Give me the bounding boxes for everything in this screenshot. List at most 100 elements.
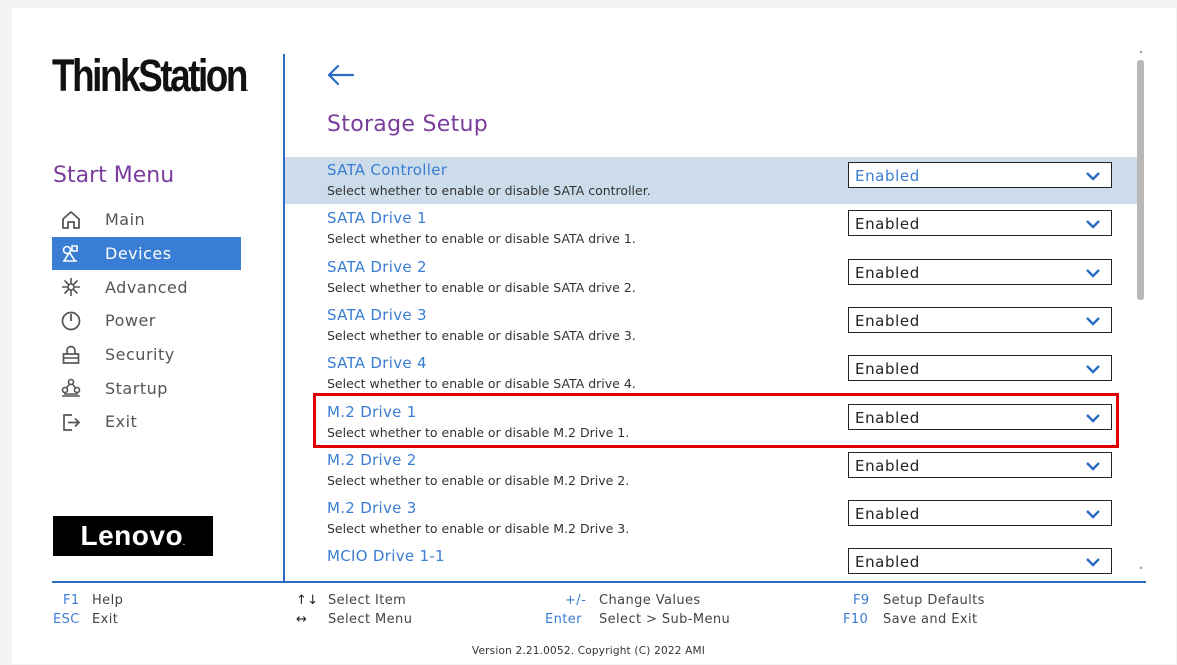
- menu-item-startup[interactable]: Startup: [52, 371, 241, 405]
- start-menu-title: Start Menu: [53, 163, 175, 188]
- hint-key: ESC: [53, 612, 80, 627]
- mcio-drive-1-1-select[interactable]: Enabled: [848, 548, 1112, 574]
- menu-item-advanced[interactable]: Advanced: [52, 270, 241, 304]
- hint-desc: Select > Sub-Menu: [599, 612, 731, 627]
- scrollbar[interactable]: ˄ ˅: [1136, 52, 1146, 577]
- power-icon: [60, 310, 88, 332]
- chevron-down-icon: [1086, 558, 1100, 568]
- scroll-down-icon[interactable]: ˅: [1136, 568, 1146, 577]
- startup-icon: [60, 377, 88, 399]
- menu-item-power[interactable]: Power: [52, 304, 241, 338]
- devices-icon: [60, 243, 88, 265]
- setting-row-mcio-drive-1-1[interactable]: MCIO Drive 1-1 Enabled: [285, 543, 1138, 574]
- start-menu: Main Devices Advanced Power Security Sta…: [52, 203, 241, 439]
- sata-drive-2-select[interactable]: Enabled: [848, 258, 1112, 285]
- setting-description: Select whether to enable or disable SATA…: [327, 279, 636, 295]
- scroll-up-icon[interactable]: ˄: [1136, 52, 1146, 61]
- menu-item-label: Power: [105, 311, 156, 331]
- hint-key: Enter: [545, 612, 582, 627]
- scroll-thumb[interactable]: [1137, 60, 1144, 300]
- page-title: Storage Setup: [327, 112, 489, 137]
- setting-label: SATA Drive 3: [327, 305, 427, 324]
- thinkstation-logo: ThinkStation.: [52, 50, 249, 101]
- setting-description: Select whether to enable or disable SATA…: [327, 183, 651, 198]
- up-down-arrow-icon: ↑↓: [296, 593, 319, 608]
- setting-description: Select whether to enable or disable SATA…: [327, 327, 636, 343]
- hint-key: F1: [63, 593, 80, 608]
- back-arrow-icon[interactable]: [325, 62, 357, 88]
- chevron-down-icon: [1086, 317, 1100, 326]
- select-value: Enabled: [855, 360, 920, 379]
- advanced-icon: [60, 276, 88, 298]
- setting-row-sata-drive-1[interactable]: SATA Drive 1 Select whether to enable or…: [285, 205, 1138, 252]
- sata-drive-3-select[interactable]: Enabled: [848, 306, 1112, 333]
- setting-row-m2-drive-3[interactable]: M.2 Drive 3 Select whether to enable or …: [285, 495, 1138, 542]
- setting-label: SATA Drive 2: [327, 257, 427, 276]
- sata-drive-1-select[interactable]: Enabled: [848, 210, 1112, 237]
- version-info: Version 2.21.0052. Copyright (C) 2022 AM…: [471, 645, 706, 657]
- sata-controller-select[interactable]: Enabled: [848, 162, 1112, 188]
- setting-row-sata-controller[interactable]: SATA Controller Select whether to enable…: [285, 157, 1138, 204]
- m2-drive-1-select[interactable]: Enabled: [848, 403, 1112, 430]
- menu-item-label: Devices: [105, 244, 172, 264]
- setting-label: SATA Controller: [327, 161, 448, 179]
- left-right-arrow-icon: ↔: [296, 612, 308, 627]
- hint-select-item: ↑↓ Select Item: [296, 593, 406, 608]
- setting-label: SATA Drive 1: [327, 209, 427, 228]
- setting-label: M.2 Drive 2: [327, 450, 417, 469]
- select-value: Enabled: [855, 263, 920, 282]
- footer-divider: [52, 581, 1146, 583]
- setting-label: M.2 Drive 3: [327, 499, 417, 518]
- setting-row-m2-drive-1[interactable]: M.2 Drive 1 Select whether to enable or …: [285, 399, 1138, 446]
- select-value: Enabled: [855, 408, 920, 427]
- exit-icon: [60, 411, 88, 433]
- menu-item-label: Advanced: [105, 277, 189, 297]
- lenovo-logo: Lenovo.: [53, 516, 213, 556]
- hint-desc: Change Values: [599, 593, 701, 608]
- sata-drive-4-select[interactable]: Enabled: [848, 355, 1112, 382]
- hint-submenu: Enter Select > Sub-Menu: [545, 612, 730, 627]
- hint-setup-defaults: F9 Setup Defaults: [853, 593, 985, 608]
- setting-row-sata-drive-4[interactable]: SATA Drive 4 Select whether to enable or…: [285, 350, 1138, 397]
- chevron-down-icon: [1086, 510, 1100, 519]
- setting-label: SATA Drive 4: [327, 354, 427, 373]
- chevron-down-icon: [1086, 220, 1100, 229]
- chevron-down-icon: [1086, 268, 1100, 278]
- hint-change-values: +/- Change Values: [565, 593, 701, 608]
- setting-row-sata-drive-2[interactable]: SATA Drive 2 Select whether to enable or…: [285, 254, 1138, 301]
- hint-key: +/-: [565, 593, 587, 608]
- hint-select-menu: ↔ Select Menu: [296, 612, 412, 627]
- m2-drive-3-select[interactable]: Enabled: [848, 500, 1112, 527]
- setting-description: Select whether to enable or disable SATA…: [327, 231, 636, 247]
- setting-row-sata-drive-3[interactable]: SATA Drive 3 Select whether to enable or…: [285, 302, 1138, 349]
- select-value: Enabled: [855, 311, 920, 330]
- setting-description: Select whether to enable or disable M.2 …: [327, 472, 630, 488]
- menu-item-exit[interactable]: Exit: [52, 405, 241, 439]
- setting-description: Select whether to enable or disable M.2 …: [327, 424, 630, 440]
- hint-desc: Select Menu: [328, 612, 413, 627]
- chevron-down-icon: [1086, 461, 1100, 471]
- menu-item-label: Startup: [105, 378, 168, 398]
- menu-item-main[interactable]: Main: [52, 203, 241, 237]
- chevron-down-icon: [1086, 172, 1100, 181]
- select-value: Enabled: [855, 167, 920, 185]
- hint-desc: Save and Exit: [883, 612, 978, 627]
- chevron-down-icon: [1086, 365, 1100, 374]
- home-icon: [60, 209, 88, 231]
- chevron-down-icon: [1086, 413, 1100, 423]
- setting-description: Select whether to enable or disable M.2 …: [327, 521, 630, 537]
- select-value: Enabled: [855, 456, 920, 475]
- hint-desc: Help: [92, 593, 124, 608]
- setting-label: MCIO Drive 1-1: [327, 547, 445, 566]
- setting-row-m2-drive-2[interactable]: M.2 Drive 2 Select whether to enable or …: [285, 447, 1138, 494]
- select-value: Enabled: [855, 505, 920, 524]
- hint-save-exit: F10 Save and Exit: [843, 612, 977, 627]
- hint-desc: Exit: [92, 612, 119, 627]
- menu-item-devices[interactable]: Devices: [52, 236, 241, 271]
- hint-exit: ESC Exit: [53, 612, 118, 627]
- hint-desc: Select Item: [328, 593, 407, 608]
- select-value: Enabled: [855, 553, 920, 572]
- m2-drive-2-select[interactable]: Enabled: [848, 451, 1112, 478]
- menu-item-security[interactable]: Security: [52, 338, 241, 372]
- lock-icon: [60, 344, 88, 366]
